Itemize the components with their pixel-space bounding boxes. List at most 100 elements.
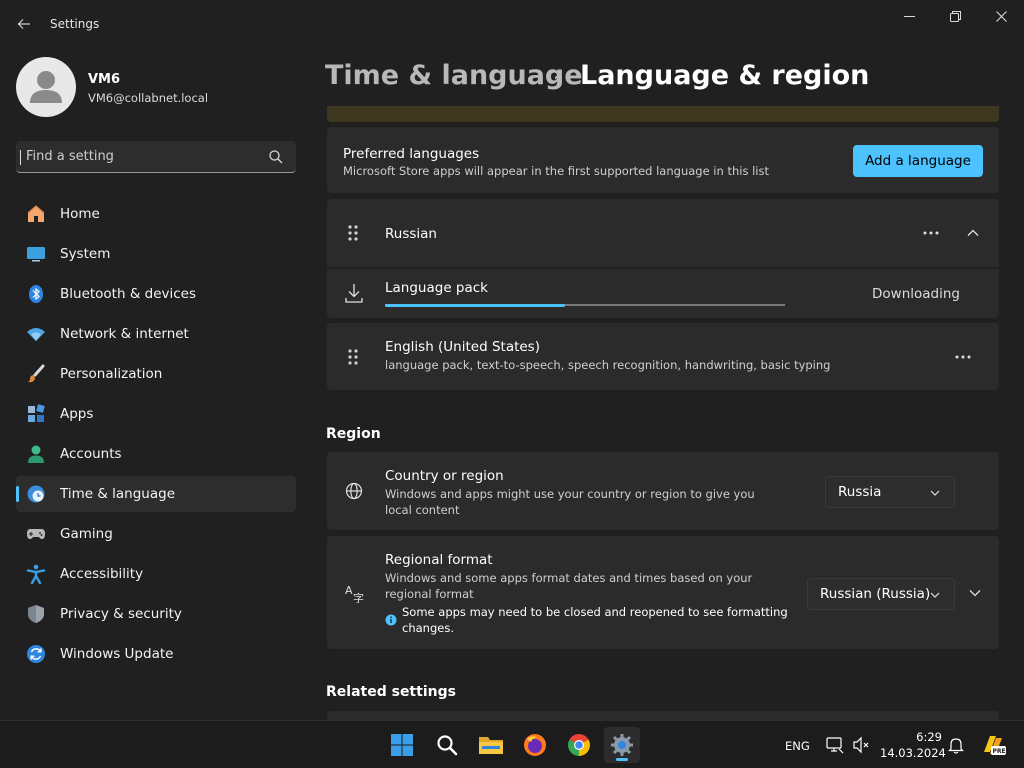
region-section-title: Region (326, 426, 381, 442)
file-explorer-icon (479, 737, 503, 754)
sidebar-item-personalization[interactable]: Personalization (16, 356, 296, 392)
restore-icon (949, 10, 961, 22)
sidebar-item-label: Gaming (60, 526, 113, 542)
info-icon (385, 614, 397, 626)
sidebar-item-network[interactable]: Network & internet (16, 316, 296, 352)
text-cursor (20, 150, 21, 165)
drag-handle-icon[interactable] (347, 224, 359, 242)
download-progress-fill (385, 303, 565, 307)
language-item-russian[interactable]: Russian (327, 199, 999, 267)
language-name: Russian (385, 226, 437, 242)
minimize-button[interactable] (886, 0, 932, 32)
sidebar-item-bluetooth[interactable]: Bluetooth & devices (16, 276, 296, 312)
preferred-languages-card: Preferred languages Microsoft Store apps… (327, 127, 999, 193)
firefox-icon (524, 734, 546, 756)
file-explorer-button[interactable] (473, 727, 509, 763)
sidebar-item-label: Network & internet (60, 326, 189, 342)
globe-clock-icon (25, 483, 47, 505)
monitor-icon (25, 243, 47, 265)
chevron-down-icon (930, 592, 940, 598)
sidebar-item-gaming[interactable]: Gaming (16, 516, 296, 552)
sidebar-item-label: Accessibility (60, 566, 144, 582)
apps-icon (25, 403, 47, 425)
search-icon[interactable] (268, 149, 284, 165)
previous-card-edge (327, 106, 999, 122)
volume-muted-icon[interactable] (852, 736, 870, 754)
taskbar: ENG 6:29 14.03.2024 PRE (0, 720, 1024, 768)
sidebar-item-label: Home (60, 206, 100, 222)
language-name: English (United States) (385, 339, 540, 355)
sidebar-item-system[interactable]: System (16, 236, 296, 272)
sidebar-item-accounts[interactable]: Accounts (16, 436, 296, 472)
person-icon (25, 443, 47, 465)
regional-format-dropdown[interactable]: Russian (Russia) (807, 578, 955, 610)
language-features: language pack, text-to-speech, speech re… (385, 358, 831, 372)
country-region-subtitle: Windows and apps might use your country … (385, 487, 755, 517)
avatar[interactable] (16, 57, 76, 117)
preferred-languages-subtitle: Microsoft Store apps will appear in the … (343, 164, 769, 178)
svg-text:PRE: PRE (993, 748, 1006, 755)
shield-icon (25, 603, 47, 625)
search-icon (437, 735, 458, 756)
language-item-english[interactable]: English (United States) language pack, t… (327, 323, 999, 390)
sidebar-item-label: System (60, 246, 111, 262)
firefox-button[interactable] (517, 727, 553, 763)
copilot-icon[interactable]: PRE (980, 732, 1006, 758)
chevron-down-icon (930, 490, 940, 496)
add-language-button[interactable]: Add a language (853, 145, 983, 177)
related-settings-title: Related settings (326, 684, 456, 700)
home-icon (25, 203, 47, 225)
globe-icon (345, 482, 363, 500)
close-button[interactable] (978, 0, 1024, 32)
sidebar-item-label: Accounts (60, 446, 122, 462)
back-button[interactable] (10, 10, 38, 38)
more-options-icon[interactable] (951, 349, 975, 365)
search-box[interactable] (16, 141, 296, 173)
update-icon (25, 643, 47, 665)
chevron-up-icon[interactable] (965, 226, 981, 240)
drag-handle-icon[interactable] (347, 348, 359, 366)
regional-format-value: Russian (Russia) (820, 586, 931, 602)
running-indicator (616, 758, 628, 761)
language-pack-row: Language pack Downloading (327, 269, 999, 318)
start-icon (391, 734, 413, 756)
sidebar-item-time-language[interactable]: Time & language (16, 476, 296, 512)
page-title: Language & region (580, 60, 870, 91)
sidebar-item-apps[interactable]: Apps (16, 396, 296, 432)
maximize-button[interactable] (932, 0, 978, 32)
breadcrumb-parent[interactable]: Time & language (325, 60, 583, 91)
minimize-icon (903, 15, 915, 17)
bluetooth-icon (25, 283, 47, 305)
regional-format-title: Regional format (385, 552, 493, 568)
sidebar-item-windows-update[interactable]: Windows Update (16, 636, 296, 672)
taskbar-search-button[interactable] (429, 727, 465, 763)
more-options-icon[interactable] (919, 225, 943, 241)
search-input[interactable] (26, 141, 266, 172)
country-region-title: Country or region (385, 468, 504, 484)
sidebar-item-label: Privacy & security (60, 606, 182, 622)
person-icon (30, 71, 62, 103)
sidebar-item-home[interactable]: Home (16, 196, 296, 232)
download-progress-track (385, 303, 785, 307)
country-region-dropdown[interactable]: Russia (825, 476, 955, 508)
wifi-icon (25, 323, 47, 345)
expand-chevron-icon[interactable] (967, 586, 983, 600)
sidebar-item-accessibility[interactable]: Accessibility (16, 556, 296, 592)
download-status: Downloading (872, 286, 960, 302)
settings-taskbar-button[interactable] (604, 727, 640, 763)
taskbar-date[interactable]: 14.03.2024 (880, 746, 946, 760)
regional-format-card[interactable]: A 字 Regional format Windows and some app… (327, 536, 999, 649)
taskbar-time[interactable]: 6:29 (912, 730, 942, 744)
input-language-indicator[interactable]: ENG (785, 739, 810, 753)
settings-icon (611, 734, 633, 756)
network-icon[interactable] (826, 736, 844, 754)
chrome-button[interactable] (561, 727, 597, 763)
start-button[interactable] (384, 727, 420, 763)
notification-bell-icon[interactable] (948, 736, 964, 754)
regional-format-note: Some apps may need to be closed and reop… (402, 605, 788, 635)
back-arrow-icon (17, 19, 30, 29)
sidebar-item-label: Apps (60, 406, 94, 422)
sidebar-item-privacy[interactable]: Privacy & security (16, 596, 296, 632)
accessibility-icon (25, 563, 47, 585)
active-indicator (16, 486, 19, 502)
